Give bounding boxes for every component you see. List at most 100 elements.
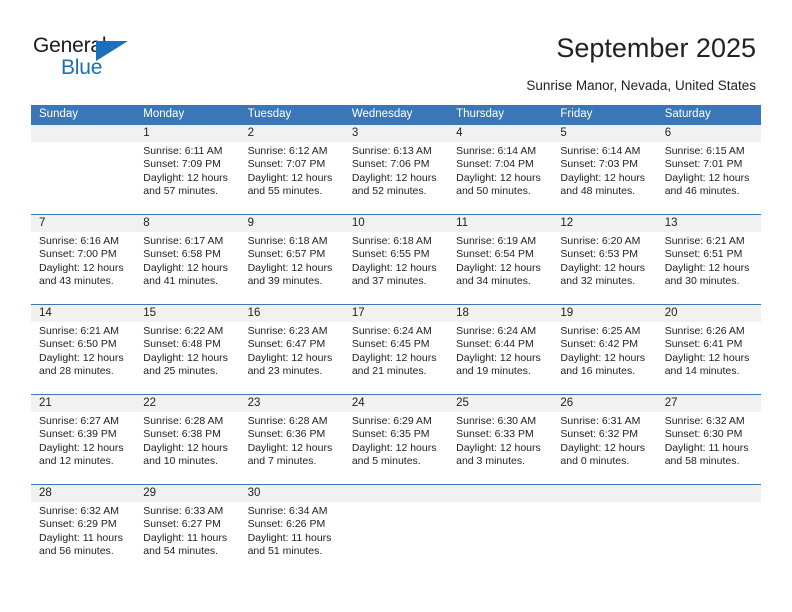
sunrise-text: Sunrise: 6:17 AM [143,235,224,247]
daylight-text-line1: Daylight: 12 hours [664,171,750,184]
daylight-text-line2: and 3 minutes. [456,455,526,468]
day-number[interactable]: 20 [657,305,761,322]
daylight-text-line1: Daylight: 12 hours [351,171,437,184]
day-number[interactable] [552,485,656,502]
sunrise-text: Sunrise: 6:21 AM [664,235,745,247]
day-cell: Sunrise: 6:24 AM Sunset: 6:45 PM Dayligh… [344,322,448,394]
day-number[interactable]: 8 [135,215,239,232]
day-number[interactable]: 2 [240,125,344,142]
sunset-text: Sunset: 7:04 PM [456,158,534,171]
sunrise-text: Sunrise: 6:27 AM [39,415,119,427]
sunrise-text: Sunrise: 6:11 AM [143,145,223,157]
daylight-text-line2: and 23 minutes. [247,365,323,378]
sunset-text: Sunset: 6:41 PM [664,338,743,351]
day-cell: Sunrise: 6:32 AM Sunset: 6:29 PM Dayligh… [31,502,135,574]
sunrise-text: Sunrise: 6:28 AM [143,415,224,427]
day-number[interactable]: 9 [240,215,344,232]
sunrise-text: Sunrise: 6:30 AM [456,415,537,427]
week-daynumber-band: 7 8 9 10 11 12 13 [31,215,761,232]
sunset-text: Sunset: 6:58 PM [143,248,221,261]
day-number[interactable]: 28 [31,485,135,502]
day-cell: Sunrise: 6:19 AM Sunset: 6:54 PM Dayligh… [448,232,552,304]
day-number[interactable] [31,125,135,142]
daylight-text-line1: Daylight: 12 hours [560,261,646,274]
sunset-text: Sunset: 6:35 PM [351,428,430,441]
day-number[interactable] [448,485,552,502]
day-number[interactable]: 24 [344,395,448,412]
day-number[interactable]: 4 [448,125,552,142]
sunset-text: Sunset: 6:39 PM [39,428,117,441]
day-number[interactable]: 11 [448,215,552,232]
week-daynumber-band: 1 2 3 4 5 6 [31,125,761,142]
daylight-text-line2: and 10 minutes. [143,455,218,468]
sunset-text: Sunset: 7:03 PM [560,158,639,171]
day-number[interactable]: 30 [240,485,344,502]
day-number[interactable]: 12 [552,215,656,232]
sunset-text: Sunset: 6:26 PM [247,518,326,531]
sunrise-text: Sunrise: 6:33 AM [143,505,224,517]
day-number[interactable]: 25 [448,395,552,412]
day-number[interactable]: 27 [657,395,761,412]
calendar-week-row: 1 2 3 4 5 6 Sunrise: 6:11 AM Sunset: 7:0… [31,124,761,214]
sunrise-text: Sunrise: 6:22 AM [143,325,224,337]
day-number[interactable] [657,485,761,502]
sunset-text: Sunset: 6:54 PM [456,248,534,261]
sunset-text: Sunset: 6:29 PM [39,518,117,531]
daylight-text-line2: and 32 minutes. [560,275,636,288]
day-cell: Sunrise: 6:22 AM Sunset: 6:48 PM Dayligh… [135,322,239,394]
daylight-text-line2: and 37 minutes. [351,275,427,288]
day-number[interactable]: 22 [135,395,239,412]
daylight-text-line1: Daylight: 12 hours [39,351,124,364]
sunset-text: Sunset: 6:55 PM [351,248,430,261]
weekday-header-thursday: Thursday [456,108,505,120]
day-cell: Sunrise: 6:29 AM Sunset: 6:35 PM Dayligh… [344,412,448,484]
daylight-text-line1: Daylight: 12 hours [247,441,333,454]
logo-text-blue: Blue [61,56,103,79]
daylight-text-line2: and 25 minutes. [143,365,218,378]
sunrise-text: Sunrise: 6:26 AM [664,325,745,337]
day-number[interactable]: 15 [135,305,239,322]
day-number[interactable]: 18 [448,305,552,322]
sunset-text: Sunset: 6:48 PM [143,338,221,351]
daylight-text-line1: Daylight: 12 hours [143,171,228,184]
day-number[interactable]: 19 [552,305,656,322]
day-number[interactable]: 6 [657,125,761,142]
daylight-text-line1: Daylight: 12 hours [143,441,228,454]
week-detail-band: Sunrise: 6:32 AM Sunset: 6:29 PM Dayligh… [31,502,761,574]
day-cell: Sunrise: 6:33 AM Sunset: 6:27 PM Dayligh… [135,502,239,574]
general-blue-logo[interactable]: General Blue [33,34,163,84]
day-number[interactable]: 1 [135,125,239,142]
sunrise-text: Sunrise: 6:29 AM [351,415,432,427]
sunrise-text: Sunrise: 6:28 AM [247,415,328,427]
daylight-text-line2: and 19 minutes. [456,365,531,378]
day-number[interactable]: 5 [552,125,656,142]
sunrise-text: Sunrise: 6:24 AM [456,325,537,337]
day-number[interactable]: 13 [657,215,761,232]
daylight-text-line2: and 58 minutes. [664,455,740,468]
day-number[interactable]: 16 [240,305,344,322]
daylight-text-line2: and 21 minutes. [351,365,427,378]
sunrise-text: Sunrise: 6:20 AM [560,235,641,247]
daylight-text-line2: and 50 minutes. [456,185,531,198]
day-number[interactable]: 3 [344,125,448,142]
week-detail-band: Sunrise: 6:21 AM Sunset: 6:50 PM Dayligh… [31,322,761,394]
day-number[interactable]: 17 [344,305,448,322]
day-number[interactable] [344,485,448,502]
daylight-text-line1: Daylight: 12 hours [560,441,646,454]
day-cell: Sunrise: 6:18 AM Sunset: 6:55 PM Dayligh… [344,232,448,304]
day-cell: Sunrise: 6:26 AM Sunset: 6:41 PM Dayligh… [657,322,761,394]
daylight-text-line1: Daylight: 12 hours [456,261,541,274]
day-number[interactable]: 21 [31,395,135,412]
day-number[interactable]: 23 [240,395,344,412]
day-number[interactable]: 29 [135,485,239,502]
page-subtitle-location: Sunrise Manor, Nevada, United States [526,78,756,93]
day-number[interactable]: 7 [31,215,135,232]
daylight-text-line1: Daylight: 12 hours [143,261,228,274]
day-number[interactable]: 26 [552,395,656,412]
daylight-text-line2: and 43 minutes. [39,275,114,288]
daylight-text-line1: Daylight: 12 hours [351,261,437,274]
daylight-text-line1: Daylight: 12 hours [247,171,333,184]
day-number[interactable]: 10 [344,215,448,232]
day-number[interactable]: 14 [31,305,135,322]
sunset-text: Sunset: 6:44 PM [456,338,534,351]
